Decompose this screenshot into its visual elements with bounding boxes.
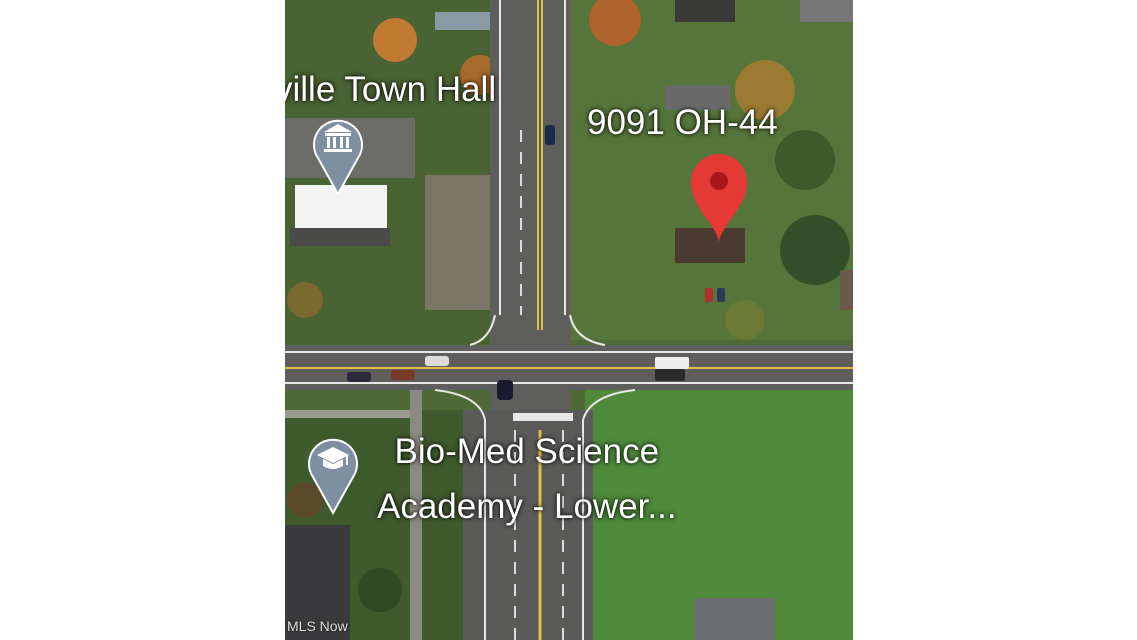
school-pin[interactable] <box>305 429 361 515</box>
mls-watermark: MLS Now <box>287 618 348 634</box>
town-hall-label[interactable]: ville Town Hall <box>285 70 496 111</box>
satellite-map[interactable]: ville Town Hall 9091 OH-44 Bio-Med Scien… <box>285 0 853 640</box>
town-hall-pin[interactable] <box>310 110 366 196</box>
red-location-pin-icon <box>710 172 728 190</box>
address-label[interactable]: 9091 OH-44 <box>587 103 778 144</box>
school-label[interactable]: Bio-Med Science Academy - Lower... <box>377 424 677 535</box>
address-pin[interactable] <box>687 150 751 244</box>
school-label-line2: Academy - Lower... <box>377 487 677 527</box>
school-label-line1: Bio-Med Science <box>394 432 660 471</box>
